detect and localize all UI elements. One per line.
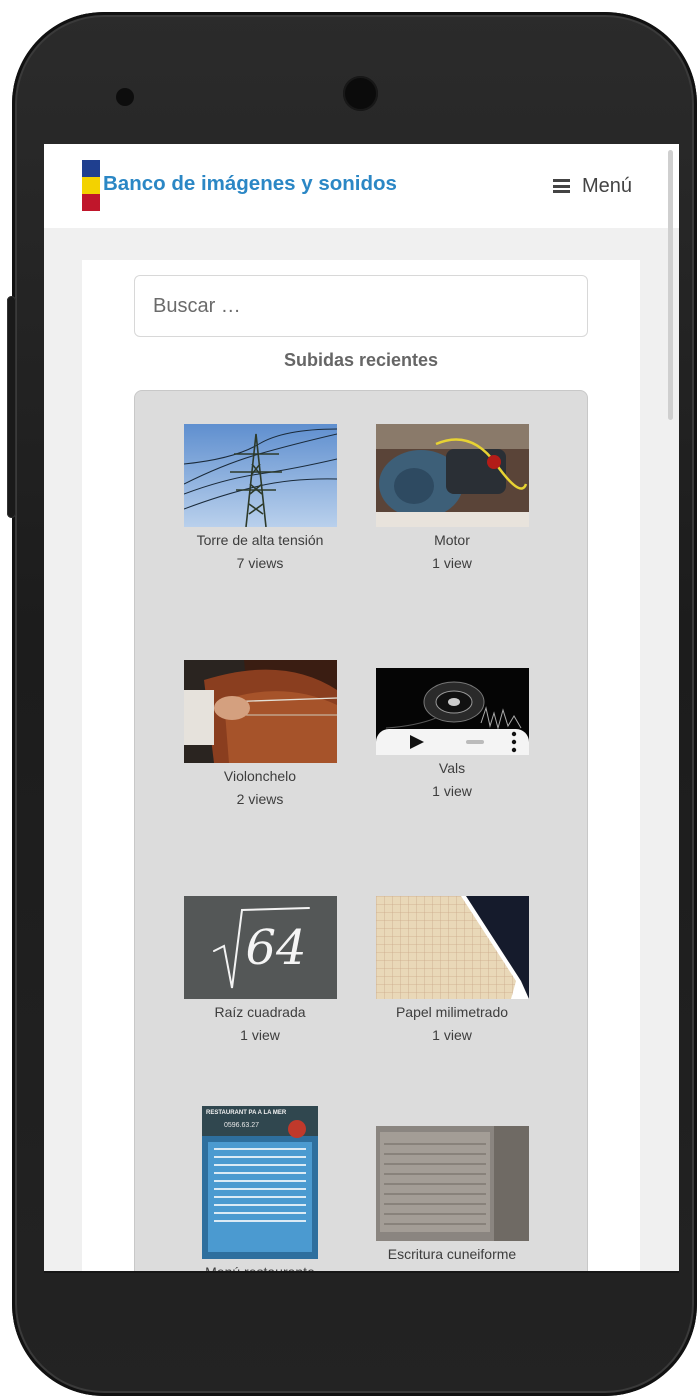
phone-camera xyxy=(343,76,378,111)
gallery-item[interactable]: Torre de alta tensión 7 views xyxy=(180,424,340,575)
power-tower-thumbnail[interactable] xyxy=(183,424,337,527)
recent-uploads-gallery: Torre de alta tensión 7 views Motor 1 vi… xyxy=(134,390,588,1271)
menu-button[interactable]: Menú xyxy=(553,171,632,201)
item-views: 7 views xyxy=(236,555,284,571)
audio-player[interactable] xyxy=(375,668,529,755)
lobster-icon xyxy=(288,1120,306,1138)
page-scrollbar[interactable] xyxy=(668,150,673,420)
menu-label: Menú xyxy=(582,174,633,197)
hamburger-icon xyxy=(553,179,570,193)
cuneiform-thumbnail[interactable] xyxy=(375,1126,529,1241)
item-caption[interactable]: Papel milimetrado xyxy=(372,1001,532,1023)
item-views: 1 view xyxy=(432,783,472,799)
motor-thumbnail[interactable] xyxy=(375,424,529,527)
restaurant-phone: 0596.63.27 xyxy=(224,1122,260,1129)
main-content: Subidas recientes Torre de xyxy=(82,260,640,1271)
player-controls-bar xyxy=(409,731,516,753)
item-caption[interactable]: Violonchelo xyxy=(180,765,340,787)
sqrt-text: 64 xyxy=(245,920,307,976)
gallery-item[interactable]: RESTAURANT PA A LA MER 0596.63.27 xyxy=(180,1106,340,1271)
graph-paper-thumbnail[interactable] xyxy=(375,896,529,999)
site-logo[interactable] xyxy=(82,160,100,211)
volume-slider xyxy=(465,740,484,744)
gallery-item[interactable]: 64 Raíz cuadrada 1 view xyxy=(180,896,340,1047)
site-header: Banco de imágenes y sonidos Menú xyxy=(44,144,679,228)
play-icon xyxy=(409,735,424,749)
gallery-item[interactable]: Papel milimetrado 1 view xyxy=(372,896,532,1047)
gallery-item[interactable]: Motor 1 view xyxy=(372,424,532,575)
restaurant-sign: RESTAURANT PA A LA MER xyxy=(206,1110,287,1116)
item-caption[interactable]: Escritura cuneiforme xyxy=(372,1243,532,1265)
phone-sensor xyxy=(116,88,134,106)
item-views: 1 view xyxy=(432,1027,472,1043)
phone-side-button xyxy=(7,296,16,518)
item-caption[interactable]: Motor xyxy=(372,529,532,551)
item-caption[interactable]: Vals xyxy=(372,757,532,779)
item-caption[interactable]: Menú restaurante xyxy=(180,1261,340,1271)
item-views: 2 views xyxy=(236,791,284,807)
audio-controls[interactable] xyxy=(375,729,529,755)
screen-bottom-edge xyxy=(44,1271,679,1273)
item-caption[interactable]: Raíz cuadrada xyxy=(180,1001,340,1023)
site-title[interactable]: Banco de imágenes y sonidos xyxy=(103,172,397,196)
section-title: Subidas recientes xyxy=(283,350,439,370)
item-caption[interactable]: Torre de alta tensión xyxy=(180,529,340,551)
cello-thumbnail[interactable] xyxy=(183,660,337,763)
restaurant-menu-thumbnail[interactable]: RESTAURANT PA A LA MER 0596.63.27 xyxy=(202,1106,318,1259)
item-views: 1 view xyxy=(240,1027,280,1043)
screen: Banco de imágenes y sonidos Menú Subidas… xyxy=(44,144,679,1271)
square-root-thumbnail[interactable]: 64 xyxy=(183,896,337,999)
search-input[interactable] xyxy=(134,275,588,337)
gallery-item[interactable]: Escritura cuneiforme xyxy=(372,1126,532,1265)
gallery-item[interactable]: Vals 1 view xyxy=(372,668,532,803)
item-views: 1 view xyxy=(432,555,472,571)
gallery-item[interactable]: Violonchelo 2 views xyxy=(180,660,340,811)
